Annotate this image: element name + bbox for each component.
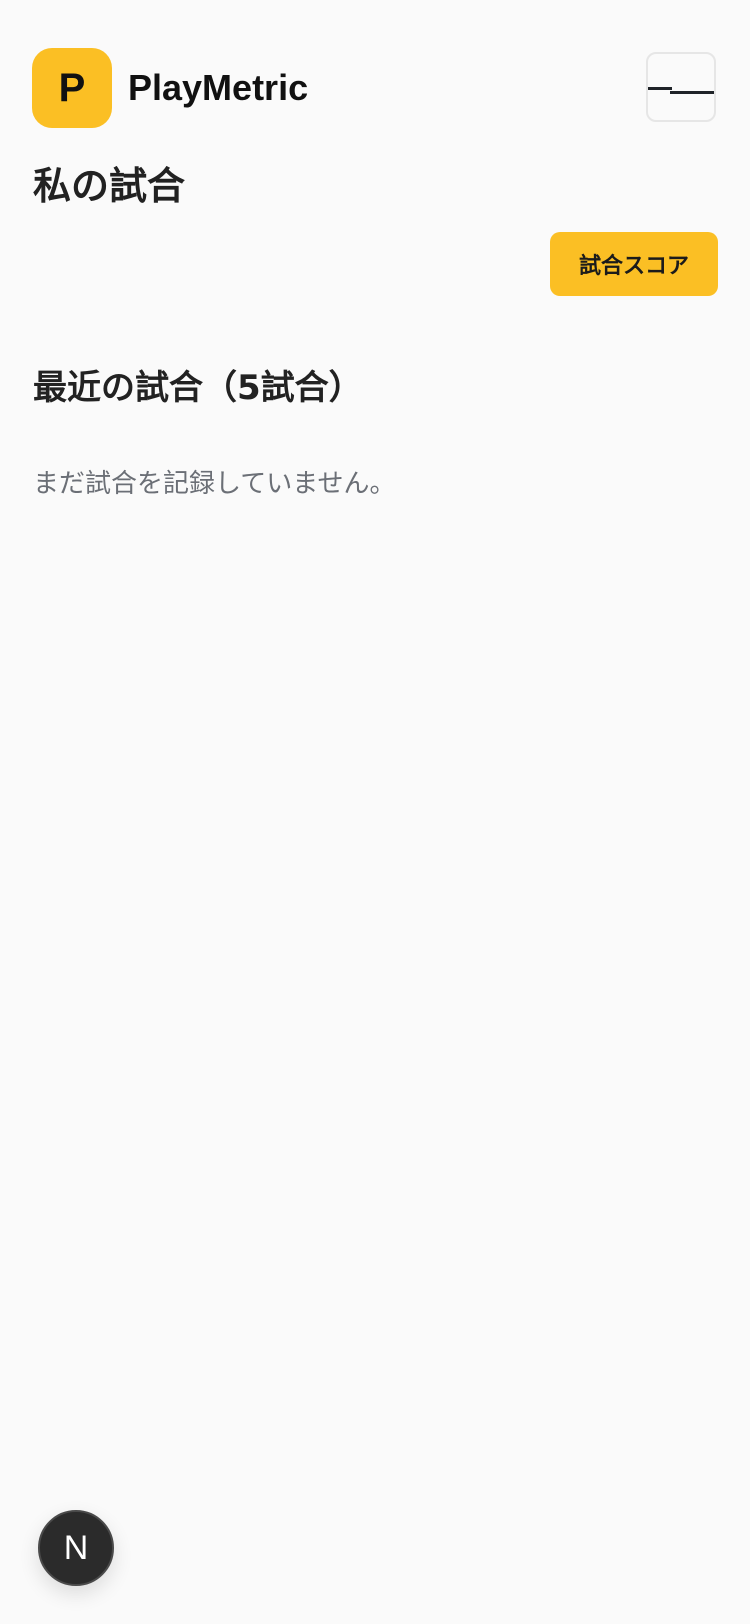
logo-letter: P: [58, 66, 86, 110]
page-title: 私の試合: [33, 164, 186, 208]
hamburger-menu-icon-bar: [670, 91, 714, 94]
hamburger-menu-icon: [648, 87, 672, 90]
empty-state-message: まだ試合を記録していません。: [33, 469, 396, 499]
brand-name[interactable]: PlayMetric: [128, 68, 308, 108]
app-logo[interactable]: P: [32, 48, 112, 128]
recent-matches-title: 最近の試合（5試合）: [33, 368, 363, 408]
app-header: P PlayMetric: [0, 0, 750, 140]
menu-button[interactable]: [646, 52, 716, 122]
n-logo-icon: N: [63, 1529, 89, 1567]
page: P PlayMetric 私の試合 試合スコア 最近の試合（5試合） まだ試合を…: [0, 0, 750, 1624]
match-score-button[interactable]: 試合スコア: [550, 232, 718, 296]
next-dev-badge[interactable]: N: [38, 1510, 114, 1586]
